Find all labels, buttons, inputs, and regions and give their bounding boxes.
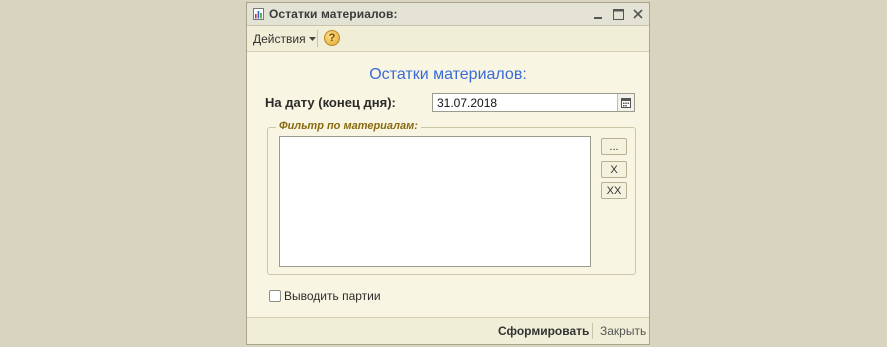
date-label: На дату (конец дня): [265, 95, 396, 110]
actions-label: Действия [253, 32, 306, 46]
footer-separator [592, 323, 593, 339]
close-window-button[interactable] [630, 6, 646, 22]
report-icon [253, 8, 264, 20]
remove-material-button[interactable]: X [601, 161, 627, 178]
minimize-icon [594, 17, 602, 19]
actions-menu[interactable]: Действия [253, 32, 316, 46]
material-filter-group: Фильтр по материалам: ... X XX [267, 120, 636, 275]
maximize-icon [612, 8, 624, 20]
show-batches-label: Выводить партии [284, 289, 381, 303]
window-title: Остатки материалов: [269, 7, 398, 21]
filter-group-title: Фильтр по материалам: [276, 120, 421, 132]
form-title: Остатки материалов: [369, 66, 527, 83]
calendar-button[interactable] [617, 94, 634, 111]
help-icon: ? [328, 32, 336, 44]
minimize-button[interactable] [590, 6, 606, 22]
date-value: 31.07.2018 [437, 96, 498, 110]
date-field[interactable]: 31.07.2018 [432, 93, 635, 112]
show-batches-option[interactable]: Выводить партии [269, 289, 381, 303]
report-window: Остатки материалов: Действия ? Остатки м… [246, 2, 650, 345]
toolbar-separator [317, 30, 318, 47]
select-material-button[interactable]: ... [601, 138, 627, 155]
dropdown-arrow-icon [308, 36, 316, 41]
show-batches-checkbox[interactable] [269, 290, 281, 302]
calendar-icon [621, 97, 631, 108]
close-button[interactable]: Закрыть [600, 324, 646, 338]
title-bar: Остатки материалов: [247, 3, 649, 26]
help-button[interactable]: ? [324, 30, 340, 46]
footer-bar: Сформировать Закрыть [247, 317, 649, 344]
material-filter-list[interactable] [279, 136, 591, 267]
maximize-button[interactable] [610, 6, 626, 22]
close-icon [633, 9, 643, 19]
generate-button[interactable]: Сформировать [498, 324, 589, 338]
toolbar: Действия ? [247, 26, 649, 52]
remove-all-materials-button[interactable]: XX [601, 182, 627, 199]
